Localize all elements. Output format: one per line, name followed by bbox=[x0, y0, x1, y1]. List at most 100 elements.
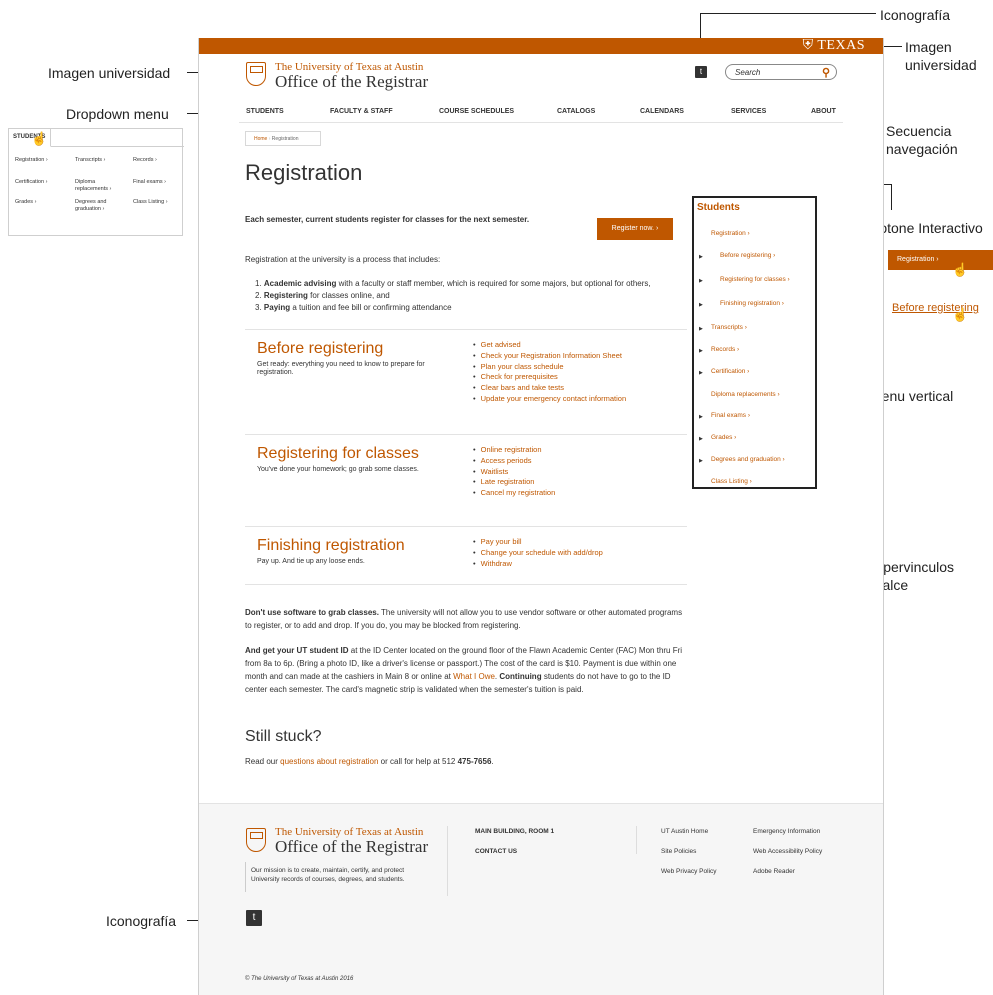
footer-office-name[interactable]: Office of the Registrar bbox=[275, 837, 428, 857]
annotation-iconografia-top: Iconografía bbox=[880, 7, 951, 23]
section-finishing-title[interactable]: Finishing registration bbox=[257, 537, 405, 555]
registrar-page: ⛨ TEXAS The University of Texas at Austi… bbox=[198, 38, 884, 995]
hand-cursor-icon: ☝ bbox=[31, 131, 48, 146]
footer-copyright: © The University of Texas at Austin 2016 bbox=[245, 976, 354, 982]
lead-text: Each semester, current students register… bbox=[245, 215, 530, 224]
footer-main-building: MAIN BUILDING, ROOM 1 bbox=[475, 828, 555, 835]
link-waitlists[interactable]: Waitlists bbox=[481, 467, 509, 476]
footer-link-privacy[interactable]: Web Privacy Policy bbox=[661, 868, 717, 875]
annotation-dropdown: Dropdown menu bbox=[66, 106, 169, 122]
link-registration-info-sheet[interactable]: Check your Registration Information Shee… bbox=[481, 351, 622, 360]
sidebar-item-registering-classes[interactable]: Registering for classes › bbox=[720, 276, 790, 283]
section-registering-title[interactable]: Registering for classes bbox=[257, 445, 419, 463]
dropdown-item-degrees[interactable]: Degrees and graduation › bbox=[75, 199, 129, 213]
breadcrumb-home[interactable]: Home bbox=[254, 136, 267, 142]
link-clear-bars[interactable]: Clear bars and take tests bbox=[481, 383, 564, 392]
dropdown-item-class-listing[interactable]: Class Listing › bbox=[133, 199, 168, 206]
sidebar-item-final-exams[interactable]: Final exams › bbox=[711, 412, 750, 419]
footer-link-ut-home[interactable]: UT Austin Home bbox=[661, 828, 708, 835]
step-1: 1. Academic advising with a faculty or s… bbox=[255, 279, 651, 288]
vertical-menu: Students Registration › ▶ Before registe… bbox=[692, 196, 817, 489]
expand-triangle-icon[interactable]: ▶ bbox=[699, 436, 703, 442]
annotation-breadcrumb: Secuencia navegación bbox=[886, 123, 958, 157]
sidebar-item-class-listing[interactable]: Class Listing › bbox=[711, 478, 752, 485]
dropdown-item-final-exams[interactable]: Final exams › bbox=[133, 179, 166, 186]
link-pay-bill[interactable]: Pay your bill bbox=[481, 537, 522, 546]
still-stuck-heading: Still stuck? bbox=[245, 728, 322, 745]
link-online-registration[interactable]: Online registration bbox=[481, 445, 542, 454]
link-plan-schedule[interactable]: Plan your class schedule bbox=[481, 362, 564, 371]
link-change-schedule[interactable]: Change your schedule with add/drop bbox=[481, 548, 603, 557]
dropdown-item-records[interactable]: Records › bbox=[133, 157, 157, 164]
annotation-hipervinculos: Hipervinculos realce bbox=[870, 559, 955, 593]
sidebar-item-transcripts[interactable]: Transcripts › bbox=[711, 324, 747, 331]
footer-twitter-icon[interactable]: t bbox=[246, 910, 262, 926]
canvas: Iconografía Imagen universidad Imagen un… bbox=[0, 0, 993, 995]
dropdown-item-diploma[interactable]: Diploma replacements › bbox=[75, 179, 129, 193]
expand-triangle-icon[interactable]: ▶ bbox=[699, 348, 703, 354]
section-before-registering-links: Get advised Check your Registration Info… bbox=[473, 340, 627, 405]
sidebar-item-registration[interactable]: Registration › bbox=[711, 230, 750, 237]
nav-catalogs[interactable]: CATALOGS bbox=[557, 108, 595, 115]
link-access-periods[interactable]: Access periods bbox=[481, 456, 532, 465]
section-before-registering-sub: Get ready: everything you need to know t… bbox=[257, 361, 425, 376]
nav-students[interactable]: STUDENTS bbox=[246, 108, 284, 115]
footer-link-adobe[interactable]: Adobe Reader bbox=[753, 868, 795, 875]
register-now-button[interactable]: Register now. › bbox=[597, 218, 673, 240]
texas-wordmark[interactable]: ⛨ TEXAS bbox=[803, 38, 865, 54]
search-icon[interactable]: ⚲ bbox=[822, 66, 830, 79]
expand-triangle-icon[interactable]: ▶ bbox=[699, 370, 703, 376]
link-update-contact[interactable]: Update your emergency contact informatio… bbox=[481, 394, 627, 403]
sidebar-item-degrees[interactable]: Degrees and graduation › bbox=[711, 456, 785, 463]
section-before-registering-title[interactable]: Before registering bbox=[257, 340, 383, 358]
breadcrumb: Home › Registration bbox=[245, 131, 321, 146]
link-cancel-registration[interactable]: Cancel my registration bbox=[481, 488, 556, 497]
nav-calendars[interactable]: CALENDARS bbox=[640, 108, 684, 115]
step-2: 2. Registering for classes online, and bbox=[255, 291, 390, 300]
sidebar-item-certification[interactable]: Certification › bbox=[711, 368, 749, 375]
sidebar-item-finishing[interactable]: Finishing registration › bbox=[720, 300, 784, 307]
dropdown-item-grades[interactable]: Grades › bbox=[15, 199, 36, 206]
dropdown-menu-example: STUDENTS ☝ Registration › Transcripts › … bbox=[8, 128, 184, 236]
footer-link-site-policies[interactable]: Site Policies bbox=[661, 848, 696, 855]
nav-course-schedules[interactable]: COURSE SCHEDULES bbox=[439, 108, 514, 115]
link-check-prereqs[interactable]: Check for prerequisites bbox=[481, 372, 558, 381]
logo-office-name[interactable]: Office of the Registrar bbox=[275, 72, 428, 92]
what-i-owe-link[interactable]: What I Owe bbox=[453, 672, 495, 681]
dropdown-item-transcripts[interactable]: Transcripts › bbox=[75, 157, 105, 164]
sidebar-item-records[interactable]: Records › bbox=[711, 346, 739, 353]
expand-triangle-icon[interactable]: ▶ bbox=[699, 458, 703, 464]
breadcrumb-current: Registration bbox=[271, 136, 299, 142]
dropdown-item-registration[interactable]: Registration › bbox=[15, 157, 48, 164]
page-title: Registration bbox=[245, 160, 363, 185]
intro-text: Registration at the university is a proc… bbox=[245, 255, 441, 264]
sidebar-item-diploma[interactable]: Diploma replacements › bbox=[711, 391, 780, 398]
footer-link-accessibility[interactable]: Web Accessibility Policy bbox=[753, 848, 822, 855]
expand-triangle-icon[interactable]: ▶ bbox=[699, 326, 703, 332]
sidebar-item-before-registering[interactable]: Before registering › bbox=[720, 252, 775, 259]
nav-faculty-staff[interactable]: FACULTY & STAFF bbox=[330, 108, 393, 115]
expand-triangle-icon[interactable]: ▶ bbox=[699, 278, 703, 284]
registration-callout-button[interactable]: Registration › bbox=[888, 250, 993, 270]
expand-triangle-icon[interactable]: ▶ bbox=[699, 254, 703, 260]
footer-contact-us[interactable]: CONTACT US bbox=[475, 848, 517, 855]
expand-triangle-icon[interactable]: ▶ bbox=[699, 302, 703, 308]
nav-services[interactable]: SERVICES bbox=[731, 108, 766, 115]
faq-link[interactable]: questions about registration bbox=[280, 757, 378, 766]
hand-cursor-icon: ☝ bbox=[952, 307, 969, 322]
link-get-advised[interactable]: Get advised bbox=[481, 340, 521, 349]
footer: The University of Texas at Austin Office… bbox=[199, 803, 883, 995]
hand-cursor-icon: ☝ bbox=[952, 262, 969, 277]
expand-triangle-icon[interactable]: ▶ bbox=[699, 414, 703, 420]
twitter-icon[interactable]: t bbox=[695, 66, 707, 78]
link-withdraw[interactable]: Withdraw bbox=[481, 559, 512, 568]
section-registering-links: Online registration Access periods Waitl… bbox=[473, 445, 556, 499]
sidebar-item-grades[interactable]: Grades › bbox=[711, 434, 736, 441]
link-late-registration[interactable]: Late registration bbox=[481, 477, 535, 486]
dropdown-item-certification[interactable]: Certification › bbox=[15, 179, 47, 186]
annotation-botones: Botone Interactivo bbox=[870, 220, 983, 236]
search-input[interactable]: Search ⚲ bbox=[725, 64, 837, 80]
nav-about[interactable]: ABOUT bbox=[811, 108, 836, 115]
footer-link-emergency[interactable]: Emergency Information bbox=[753, 828, 820, 835]
steps-list: 1. Academic advising with a faculty or s… bbox=[255, 278, 695, 314]
